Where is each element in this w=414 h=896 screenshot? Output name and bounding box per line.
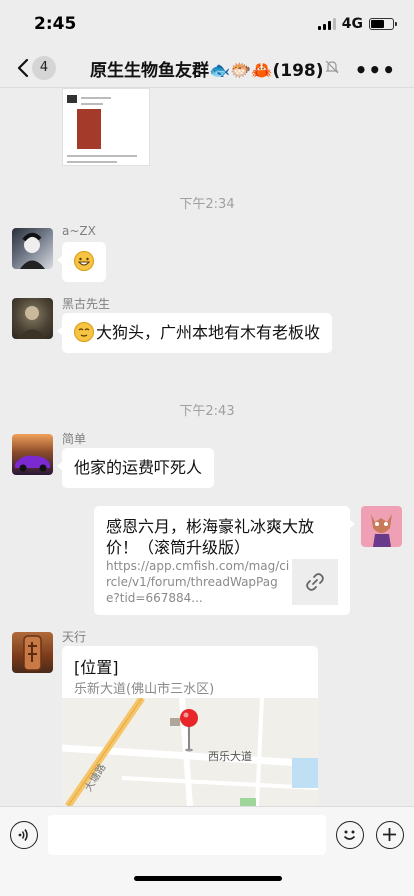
time-divider: 下午2:43 <box>179 404 235 419</box>
battery-icon <box>369 18 397 30</box>
message-bubble[interactable] <box>57 242 106 282</box>
message-input[interactable] <box>48 815 326 855</box>
map-pin-icon <box>180 709 198 727</box>
dog-head-emoji-icon <box>74 322 94 342</box>
emoji-face-icon[interactable] <box>336 821 364 849</box>
link-title: 感恩六月，彬海豪礼冰爽大放价！（滚筒升级版） <box>106 517 315 557</box>
link-thumbnail <box>292 559 338 605</box>
map-road-label: 西乐大道 <box>208 749 252 763</box>
avatar[interactable] <box>12 228 53 269</box>
message-bubble[interactable]: 他家的运费吓死人 <box>56 448 215 488</box>
message-bubble[interactable]: 大狗头，广州本地有木有老板收 <box>57 313 332 353</box>
voice-icon[interactable] <box>10 821 38 849</box>
status-indicators: 4G <box>317 16 397 32</box>
plus-icon[interactable] <box>376 821 404 849</box>
network-type: 4G <box>341 16 363 32</box>
input-bar <box>0 806 414 896</box>
message-list[interactable]: 下午2:34 a~ZX 黑古先生 大狗头，广州本地有木有老板收 下午2:43 简… <box>0 88 414 806</box>
battery-level <box>371 20 384 28</box>
status-time: 2:45 <box>34 14 77 34</box>
location-address: 乐新大道(佛山市三水区) <box>74 682 215 697</box>
map-preview[interactable]: 西乐大道 大塘路 <box>62 696 318 806</box>
sender-name: 简单 <box>62 432 87 446</box>
sender-name: a~ZX <box>62 224 96 238</box>
sender-name: 天行 <box>62 630 87 644</box>
cellular-signal-icon <box>317 18 336 30</box>
back-icon[interactable] <box>14 57 34 79</box>
chat-title[interactable]: 原生生物鱼友群🐟🐡🦀(198) <box>90 56 324 81</box>
avatar[interactable] <box>361 506 402 547</box>
avatar[interactable] <box>12 632 53 673</box>
unread-count-badge[interactable]: 4 <box>32 56 56 80</box>
message-text: 大狗头，广州本地有木有老板收 <box>96 323 321 342</box>
chat-header: 4 原生生物鱼友群🐟🐡🦀(198) ••• <box>0 48 414 88</box>
time-divider: 下午2:34 <box>179 197 235 212</box>
avatar[interactable] <box>12 434 53 475</box>
shared-image-message[interactable] <box>62 88 150 166</box>
mute-icon <box>325 60 339 74</box>
more-icon[interactable]: ••• <box>355 58 396 82</box>
avatar[interactable] <box>12 298 53 339</box>
location-title: [位置] <box>74 658 119 677</box>
location-card-message[interactable]: [位置] 乐新大道(佛山市三水区) 西乐大道 大塘路 <box>62 646 318 806</box>
home-indicator <box>134 876 282 881</box>
link-url: https://app.cmfish.com/mag/circle/v1/for… <box>106 559 290 605</box>
link-icon <box>306 573 324 591</box>
link-card-message[interactable]: 感恩六月，彬海豪礼冰爽大放价！（滚筒升级版） https://app.cmfis… <box>94 506 355 615</box>
grin-emoji-icon <box>74 251 94 271</box>
status-bar: 2:45 4G <box>0 0 414 48</box>
message-text: 他家的运费吓死人 <box>74 458 203 477</box>
sender-name: 黑古先生 <box>62 297 111 311</box>
